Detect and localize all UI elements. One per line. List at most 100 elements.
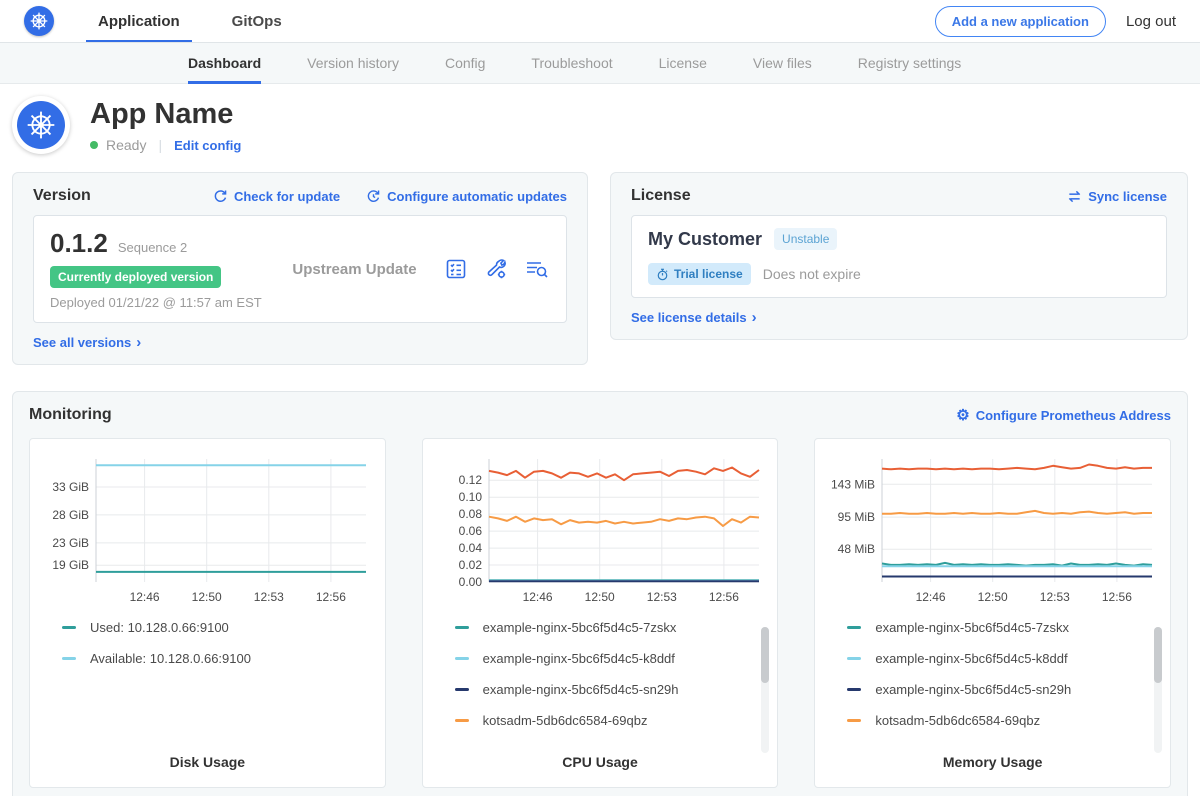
sync-arrows-icon — [1067, 189, 1082, 204]
legend-label: Used: 10.128.0.66:9100 — [90, 620, 229, 635]
legend-item: kotsadm-5db6dc6584-69qbz — [455, 713, 770, 728]
tab-dashboard[interactable]: Dashboard — [188, 43, 261, 83]
version-card-title: Version — [33, 187, 91, 205]
see-license-details-link[interactable]: See license details › — [631, 310, 1167, 325]
refresh-icon — [213, 189, 228, 204]
configure-automatic-updates-button[interactable]: Configure automatic updates — [366, 189, 567, 204]
license-card-title: License — [631, 187, 691, 205]
svg-text:12:56: 12:56 — [1102, 590, 1132, 604]
tab-troubleshoot[interactable]: Troubleshoot — [531, 43, 612, 83]
legend-label: Available: 10.128.0.66:9100 — [90, 651, 251, 666]
svg-text:12:46: 12:46 — [523, 590, 553, 604]
svg-text:28 GiB: 28 GiB — [53, 508, 90, 522]
see-all-versions-link[interactable]: See all versions › — [33, 335, 567, 350]
logout-button[interactable]: Log out — [1126, 13, 1176, 30]
disk-usage-legend: Used: 10.128.0.66:9100 Available: 10.128.… — [62, 620, 377, 742]
legend-color-dash — [62, 626, 76, 629]
legend-item: example-nginx-5bc6f5d4c5-sn29h — [847, 682, 1162, 697]
sync-license-button[interactable]: Sync license — [1067, 189, 1167, 204]
svg-text:12:53: 12:53 — [1039, 590, 1069, 604]
svg-text:0.00: 0.00 — [459, 575, 483, 589]
legend-color-dash — [455, 719, 469, 722]
monitoring-card: Monitoring ⚙ Configure Prometheus Addres… — [12, 391, 1188, 796]
memory-usage-panel: 48 MiB95 MiB143 MiB12:4612:5012:5312:56 … — [814, 438, 1171, 788]
legend-color-dash — [847, 626, 861, 629]
currently-deployed-badge: Currently deployed version — [50, 266, 221, 288]
tab-config[interactable]: Config — [445, 43, 485, 83]
customer-name: My Customer — [648, 229, 762, 250]
svg-text:12:50: 12:50 — [585, 590, 615, 604]
preflight-checklist-icon[interactable] — [444, 257, 468, 281]
legend-color-dash — [847, 657, 861, 660]
legend-scrollbar-thumb[interactable] — [1154, 627, 1162, 683]
view-logs-icon[interactable] — [524, 257, 550, 281]
legend-color-dash — [455, 626, 469, 629]
version-source-label: Upstream Update — [265, 261, 444, 278]
legend-label: kotsadm-5db6dc6584-69qbz — [483, 713, 648, 728]
cpu-usage-chart: 0.000.020.040.060.080.100.1212:4612:5012… — [435, 451, 765, 606]
svg-text:0.04: 0.04 — [459, 541, 483, 555]
monitoring-title: Monitoring — [29, 406, 112, 424]
svg-text:48 MiB: 48 MiB — [837, 542, 874, 556]
svg-text:12:53: 12:53 — [647, 590, 677, 604]
legend-label: example-nginx-5bc6f5d4c5-7zskx — [875, 620, 1069, 635]
edit-config-link[interactable]: Edit config — [174, 138, 241, 153]
legend-color-dash — [847, 719, 861, 722]
license-card: License Sync license My Customer Unstabl… — [610, 172, 1188, 340]
legend-label: example-nginx-5bc6f5d4c5-sn29h — [483, 682, 679, 697]
legend-label: example-nginx-5bc6f5d4c5-k8ddf — [483, 651, 675, 666]
cards-row: Version Check for update Configure autom… — [0, 168, 1200, 365]
svg-text:0.10: 0.10 — [459, 490, 483, 504]
kubernetes-logo-icon — [24, 6, 54, 36]
tab-license[interactable]: License — [659, 43, 707, 83]
legend-label: kotsadm-5db6dc6584-69qbz — [875, 713, 1040, 728]
legend-label: example-nginx-5bc6f5d4c5-7zskx — [483, 620, 677, 635]
divider: | — [154, 137, 166, 153]
stopwatch-icon — [656, 268, 669, 281]
legend-color-dash — [455, 657, 469, 660]
license-type-badge: Trial license — [648, 263, 751, 285]
top-tab-application[interactable]: Application — [94, 0, 184, 42]
version-card: Version Check for update Configure autom… — [12, 172, 588, 365]
legend-scrollbar[interactable] — [1154, 627, 1162, 753]
legend-scrollbar-thumb[interactable] — [761, 627, 769, 683]
license-panel: My Customer Unstable Trial license Does … — [631, 215, 1167, 298]
auto-update-clock-icon — [366, 189, 381, 204]
top-tab-gitops[interactable]: GitOps — [228, 0, 286, 42]
legend-scrollbar[interactable] — [761, 627, 769, 753]
tab-registry-settings[interactable]: Registry settings — [858, 43, 961, 83]
tab-view-files[interactable]: View files — [753, 43, 812, 83]
ready-status-dot — [90, 141, 98, 149]
svg-text:12:46: 12:46 — [915, 590, 945, 604]
legend-color-dash — [847, 688, 861, 691]
deployed-timestamp: Deployed 01/21/22 @ 11:57 am EST — [50, 295, 265, 310]
svg-text:0.12: 0.12 — [459, 473, 483, 487]
svg-text:95 MiB: 95 MiB — [837, 510, 874, 524]
check-for-update-button[interactable]: Check for update — [213, 189, 340, 204]
config-wrench-icon[interactable] — [484, 257, 508, 281]
add-application-button[interactable]: Add a new application — [935, 6, 1106, 37]
sequence-label: Sequence 2 — [118, 240, 187, 255]
legend-color-dash — [455, 688, 469, 691]
memory-usage-legend: example-nginx-5bc6f5d4c5-7zskx example-ng… — [847, 620, 1162, 742]
legend-item: example-nginx-5bc6f5d4c5-7zskx — [847, 620, 1162, 635]
tab-version-history[interactable]: Version history — [307, 43, 399, 83]
kubernetes-wheel-icon — [17, 101, 65, 149]
svg-text:12:53: 12:53 — [254, 590, 284, 604]
disk-usage-panel: 19 GiB23 GiB28 GiB33 GiB12:4612:5012:531… — [29, 438, 386, 788]
legend-item: example-nginx-5bc6f5d4c5-7zskx — [455, 620, 770, 635]
svg-text:0.02: 0.02 — [459, 558, 483, 572]
chevron-right-icon: › — [752, 310, 757, 325]
legend-item: example-nginx-5bc6f5d4c5-k8ddf — [847, 651, 1162, 666]
status-badge: Ready — [106, 137, 146, 153]
svg-text:33 GiB: 33 GiB — [53, 480, 90, 494]
legend-label: example-nginx-5bc6f5d4c5-sn29h — [875, 682, 1071, 697]
legend-item: kotsadm-5db6dc6584-69qbz — [847, 713, 1162, 728]
chart-title: CPU Usage — [431, 754, 770, 770]
svg-text:12:56: 12:56 — [709, 590, 739, 604]
svg-text:23 GiB: 23 GiB — [53, 536, 90, 550]
app-sub-nav: Dashboard Version history Config Trouble… — [0, 42, 1200, 84]
configure-prometheus-button[interactable]: ⚙ Configure Prometheus Address — [956, 408, 1171, 423]
logo-wrap — [24, 0, 54, 42]
legend-color-dash — [62, 657, 76, 660]
